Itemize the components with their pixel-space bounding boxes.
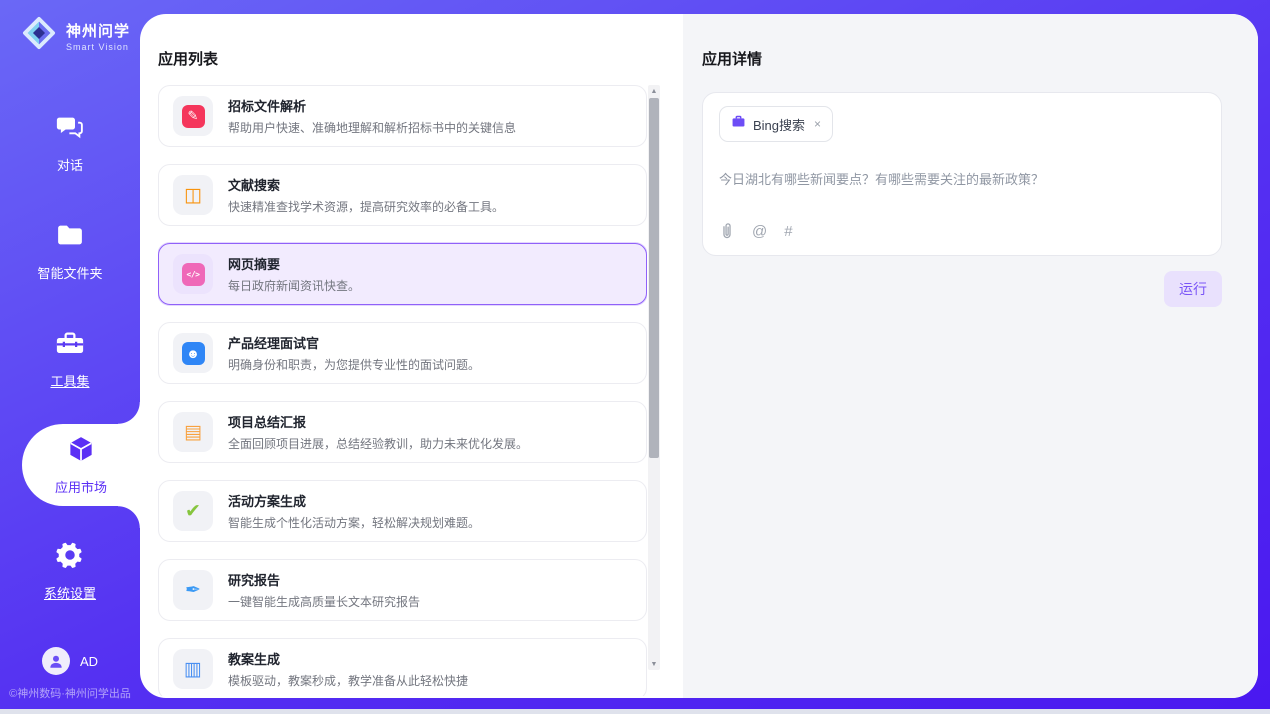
- app-desc: 快速精准查找学术资源，提高研究效率的必备工具。: [228, 198, 504, 215]
- brand: 神州问学 Smart Vision: [0, 0, 140, 57]
- app-name: 招标文件解析: [228, 96, 516, 115]
- sidebar-item-app-market[interactable]: 应用市场: [22, 424, 140, 506]
- at-icon[interactable]: @: [752, 223, 767, 240]
- run-button[interactable]: 运行: [1164, 271, 1222, 307]
- sidebar-item-label: 对话: [57, 155, 83, 174]
- app-name: 文献搜索: [228, 175, 504, 194]
- research-icon: ✒: [173, 570, 213, 610]
- folder-icon: [55, 220, 85, 255]
- tool-tag-label: Bing搜索: [753, 115, 805, 134]
- chat-icon: [55, 112, 85, 147]
- sidebar-item-settings[interactable]: 系统设置: [0, 528, 140, 614]
- app-desc: 模板驱动，教案秒成，教学准备从此轻松快捷: [228, 672, 468, 689]
- book-glyph: ◫: [184, 186, 202, 205]
- tool-tag-bing-search[interactable]: Bing搜索 ×: [719, 106, 833, 142]
- bottom-edge-strip: [0, 709, 1270, 714]
- app-card-texts: 文献搜索 快速精准查找学术资源，提高研究效率的必备工具。: [228, 175, 504, 215]
- app-name: 产品经理面试官: [228, 333, 480, 352]
- app-card-literature-search[interactable]: ◫ 文献搜索 快速精准查找学术资源，提高研究效率的必备工具。: [158, 164, 647, 226]
- app-card-texts: 教案生成 模板驱动，教案秒成，教学准备从此轻松快捷: [228, 649, 468, 689]
- attach-toolbar: @ #: [719, 222, 793, 241]
- app-detail-pane: 应用详情 Bing搜索 × 今日湖北有哪些新闻要点？有哪些需要关注的最新政策？ …: [683, 14, 1258, 698]
- tag-close-icon[interactable]: ×: [814, 117, 821, 131]
- interviewer-icon: ☻: [173, 333, 213, 373]
- app-card-lesson-plan[interactable]: ▥ 教案生成 模板驱动，教案秒成，教学准备从此轻松快捷: [158, 638, 647, 696]
- app-name: 项目总结汇报: [228, 412, 528, 431]
- app-desc: 一键智能生成高质量长文本研究报告: [228, 593, 420, 610]
- user-row[interactable]: AD: [0, 647, 140, 675]
- books-icon: ▥: [173, 649, 213, 689]
- app-card-texts: 活动方案生成 智能生成个性化活动方案，轻松解决规划难题。: [228, 491, 480, 531]
- notes-glyph: ▤: [184, 423, 202, 442]
- research-glyph: ✒: [185, 581, 201, 600]
- webpage-code-icon: </>: [173, 254, 213, 294]
- sidebar-item-label: 系统设置: [44, 583, 96, 602]
- app-name: 研究报告: [228, 570, 420, 589]
- app-card-pm-interviewer[interactable]: ☻ 产品经理面试官 明确身份和职责，为您提供专业性的面试问题。: [158, 322, 647, 384]
- tender-edit-icon: ✎: [173, 96, 213, 136]
- app-card-activity-plan[interactable]: ✔ 活动方案生成 智能生成个性化活动方案，轻松解决规划难题。: [158, 480, 647, 542]
- book-icon: ◫: [173, 175, 213, 215]
- brand-subtitle: Smart Vision: [66, 42, 130, 52]
- app-card-texts: 产品经理面试官 明确身份和职责，为您提供专业性的面试问题。: [228, 333, 480, 373]
- app-name: 网页摘要: [228, 254, 360, 273]
- webpage-code-glyph: </>: [182, 263, 205, 286]
- app-cards: ✎ 招标文件解析 帮助用户快速、准确地理解和解析招标书中的关键信息 ◫ 文献搜索…: [158, 85, 647, 696]
- brand-logo-diamond-icon: [20, 14, 58, 57]
- sidebar: 神州问学 Smart Vision 对话 智能文件夹 工具集: [0, 0, 140, 709]
- sidebar-item-label: 智能文件夹: [37, 263, 102, 282]
- app-list-title: 应用列表: [158, 48, 218, 69]
- app-name: 活动方案生成: [228, 491, 480, 510]
- prompt-card: Bing搜索 × 今日湖北有哪些新闻要点？有哪些需要关注的最新政策？ @ #: [702, 92, 1222, 256]
- hash-icon[interactable]: #: [784, 223, 792, 240]
- clipboard-check-icon: ✔: [173, 491, 213, 531]
- app-desc: 每日政府新闻资讯快查。: [228, 277, 360, 294]
- scrollbar-up-icon[interactable]: ▲: [648, 85, 660, 97]
- app-desc: 智能生成个性化活动方案，轻松解决规划难题。: [228, 514, 480, 531]
- brand-text: 神州问学 Smart Vision: [66, 20, 130, 52]
- briefcase-icon: [731, 114, 746, 134]
- list-scrollbar[interactable]: ▲ ▼: [648, 85, 660, 670]
- sidebar-item-smart-folder[interactable]: 智能文件夹: [0, 208, 140, 294]
- app-list-pane: 应用列表 ✎ 招标文件解析 帮助用户快速、准确地理解和解析招标书中的关键信息 ◫…: [140, 14, 683, 698]
- query-text[interactable]: 今日湖北有哪些新闻要点？有哪些需要关注的最新政策？: [719, 169, 1205, 188]
- notes-icon: ▤: [173, 412, 213, 452]
- toolbox-icon: [55, 328, 85, 363]
- avatar: [42, 647, 70, 675]
- interviewer-glyph: ☻: [182, 342, 205, 365]
- app-detail-title: 应用详情: [702, 48, 1222, 69]
- sidebar-nav: 对话 智能文件夹 工具集 应用市场 系统设置: [0, 100, 140, 636]
- sidebar-footer: ©神州数码·神州问学出品: [0, 685, 140, 701]
- scrollbar-down-icon[interactable]: ▼: [648, 658, 660, 670]
- sidebar-item-toolset[interactable]: 工具集: [0, 316, 140, 402]
- app-card-texts: 招标文件解析 帮助用户快速、准确地理解和解析招标书中的关键信息: [228, 96, 516, 136]
- app-desc: 帮助用户快速、准确地理解和解析招标书中的关键信息: [228, 119, 516, 136]
- scrollbar-thumb[interactable]: [649, 98, 659, 458]
- app-card-texts: 网页摘要 每日政府新闻资讯快查。: [228, 254, 360, 294]
- user-name: AD: [80, 654, 98, 669]
- main-content: 应用列表 ✎ 招标文件解析 帮助用户快速、准确地理解和解析招标书中的关键信息 ◫…: [140, 14, 1258, 698]
- tender-edit-glyph: ✎: [182, 105, 205, 128]
- app-card-texts: 项目总结汇报 全面回顾项目进展，总结经验教训，助力未来优化发展。: [228, 412, 528, 452]
- books-glyph: ▥: [184, 660, 202, 679]
- app-name: 教案生成: [228, 649, 468, 668]
- paperclip-icon[interactable]: [719, 222, 735, 241]
- sidebar-item-chat[interactable]: 对话: [0, 100, 140, 186]
- brand-name: 神州问学: [66, 20, 130, 41]
- app-desc: 明确身份和职责，为您提供专业性的面试问题。: [228, 356, 480, 373]
- app-card-texts: 研究报告 一键智能生成高质量长文本研究报告: [228, 570, 420, 610]
- sidebar-item-label: 工具集: [50, 371, 89, 390]
- cube-icon: [66, 434, 96, 469]
- app-card-webpage-summary[interactable]: </> 网页摘要 每日政府新闻资讯快查。: [158, 243, 647, 305]
- app-card-research-report[interactable]: ✒ 研究报告 一键智能生成高质量长文本研究报告: [158, 559, 647, 621]
- app-desc: 全面回顾项目进展，总结经验教训，助力未来优化发展。: [228, 435, 528, 452]
- gear-icon: [55, 540, 85, 575]
- app-card-project-summary[interactable]: ▤ 项目总结汇报 全面回顾项目进展，总结经验教训，助力未来优化发展。: [158, 401, 647, 463]
- sidebar-item-label: 应用市场: [55, 477, 107, 496]
- clipboard-check-glyph: ✔: [185, 502, 201, 521]
- app-card-tender-parse[interactable]: ✎ 招标文件解析 帮助用户快速、准确地理解和解析招标书中的关键信息: [158, 85, 647, 147]
